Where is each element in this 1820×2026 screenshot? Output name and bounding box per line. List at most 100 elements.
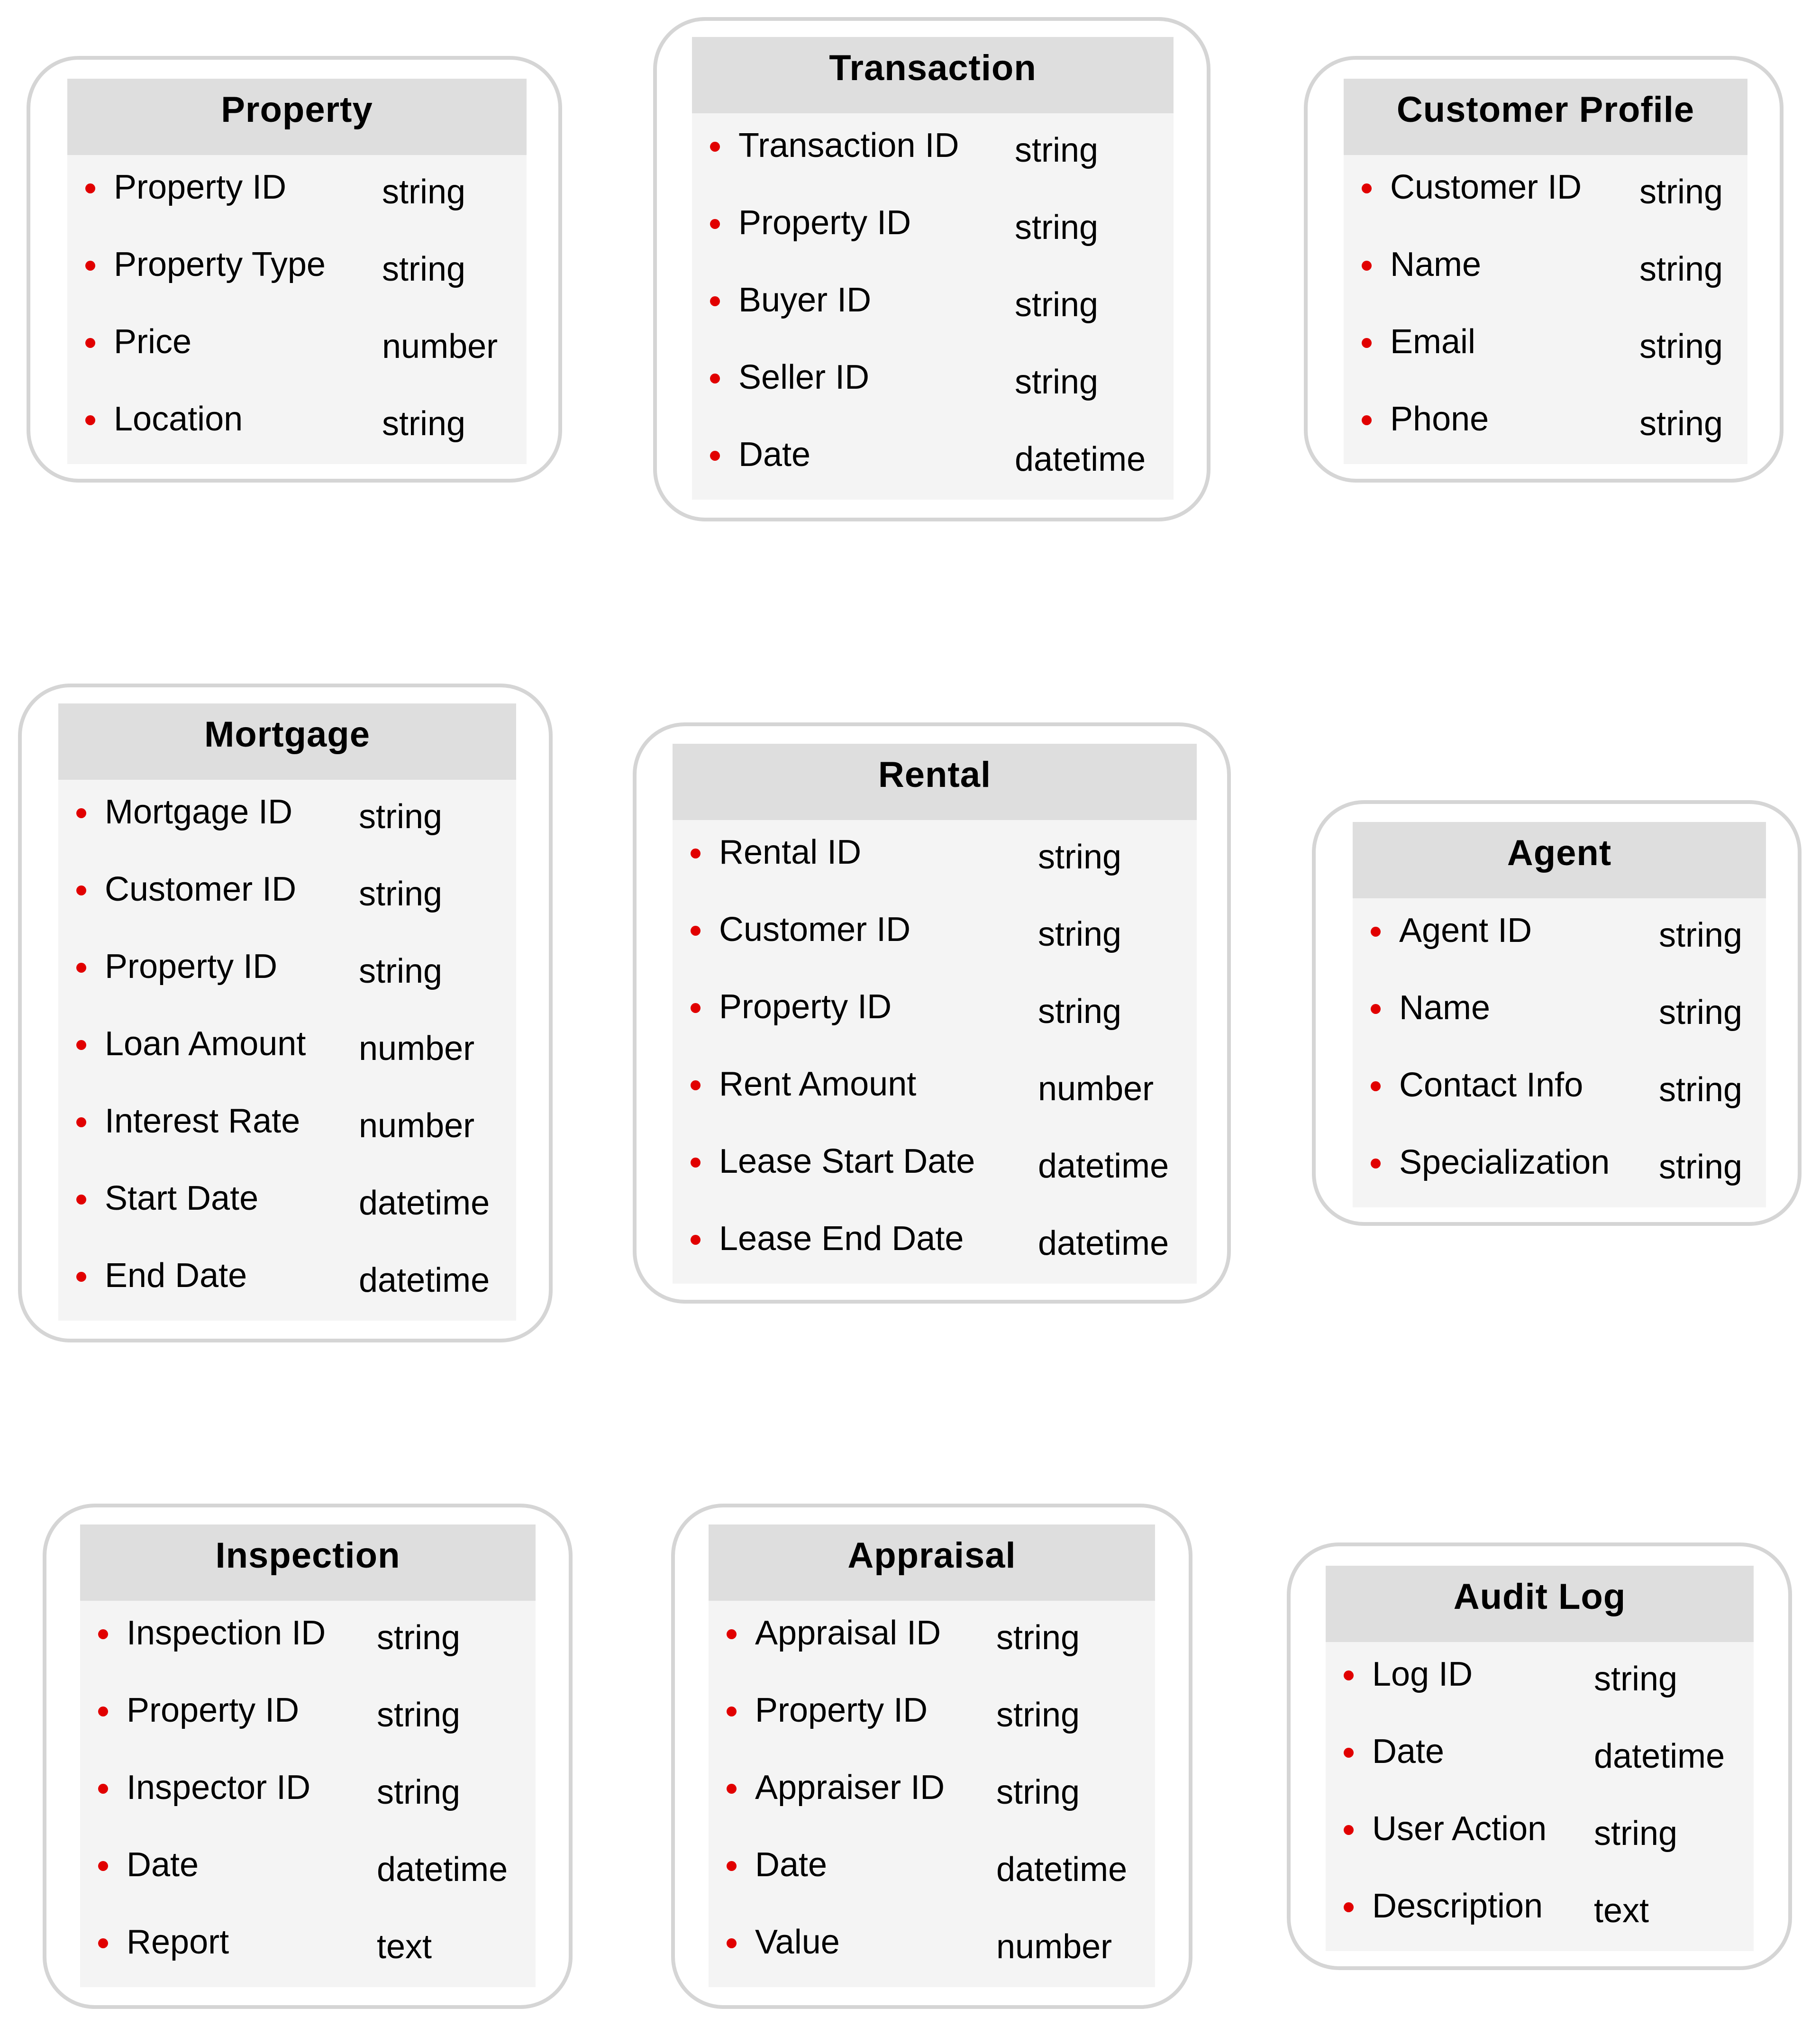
field-row: Property ID string <box>80 1678 536 1755</box>
field-name: Property ID <box>114 168 287 206</box>
entity-title: Rental <box>673 744 1197 820</box>
bullet-icon <box>98 1629 108 1639</box>
bullet-icon <box>691 1235 701 1245</box>
bullet-icon <box>1344 1902 1354 1912</box>
bullet-icon <box>76 1195 86 1205</box>
field-name: Inspection ID <box>127 1614 326 1652</box>
entity-title: Property <box>67 79 527 155</box>
entity-table-inspection: Inspection Inspection ID string Property I… <box>80 1524 536 1987</box>
bullet-icon <box>727 1861 737 1871</box>
field-name: Customer ID <box>1390 168 1582 206</box>
field-name: User Action <box>1372 1810 1547 1848</box>
field-name: Price <box>114 323 192 361</box>
field-row: Buyer ID string <box>692 268 1174 345</box>
field-name: Location <box>114 400 243 438</box>
bullet-icon <box>710 296 720 306</box>
field-name: Property ID <box>127 1691 300 1729</box>
entity-title: Appraisal <box>709 1524 1155 1601</box>
field-type: datetime <box>1015 440 1146 478</box>
bullet-icon <box>98 1707 108 1716</box>
field-row: Report text <box>80 1910 536 1987</box>
field-row: Date datetime <box>709 1833 1155 1910</box>
field-name: Lease End Date <box>719 1220 964 1258</box>
field-name: Customer ID <box>105 870 297 908</box>
field-row: Rental ID string <box>673 820 1197 897</box>
field-name: Mortgage ID <box>105 793 293 831</box>
field-type: datetime <box>377 1851 508 1889</box>
field-type: text <box>377 1928 432 1966</box>
field-type: string <box>1659 1071 1743 1109</box>
field-row: Value number <box>709 1910 1155 1987</box>
bullet-icon <box>98 1861 108 1871</box>
field-type: string <box>996 1773 1080 1811</box>
field-row: Interest Rate number <box>58 1089 516 1166</box>
bullet-icon <box>710 451 720 461</box>
entity-title: Agent <box>1353 822 1766 898</box>
field-type: string <box>996 1696 1080 1734</box>
field-type: string <box>382 250 466 288</box>
field-name: Value <box>755 1923 840 1961</box>
field-type: number <box>1038 1070 1154 1108</box>
field-name: Date <box>1372 1733 1445 1770</box>
field-name: Property ID <box>738 204 911 242</box>
bullet-icon <box>691 849 701 858</box>
field-name: Property ID <box>755 1691 928 1729</box>
field-type: string <box>1659 994 1743 1031</box>
bullet-icon <box>710 142 720 152</box>
field-row: Contact Info string <box>1353 1053 1766 1130</box>
bullet-icon <box>1344 1670 1354 1680</box>
field-name: Property ID <box>105 948 278 986</box>
field-row: Lease Start Date datetime <box>673 1129 1197 1206</box>
field-row: Date datetime <box>692 422 1174 500</box>
field-name: Buyer ID <box>738 281 872 319</box>
bullet-icon <box>1344 1748 1354 1758</box>
field-type: number <box>359 1107 475 1145</box>
bullet-icon <box>1362 338 1372 348</box>
bullet-icon <box>85 338 95 348</box>
bullet-icon <box>1371 927 1381 937</box>
field-name: Rental ID <box>719 833 862 871</box>
field-type: string <box>1639 328 1723 365</box>
field-type: string <box>1038 915 1122 953</box>
field-type: string <box>1015 286 1099 324</box>
field-type: string <box>1038 838 1122 876</box>
bullet-icon <box>691 926 701 936</box>
field-name: Appraisal ID <box>755 1614 941 1652</box>
field-name: Name <box>1390 246 1482 283</box>
field-type: datetime <box>359 1184 490 1222</box>
field-name: Name <box>1399 989 1491 1027</box>
bullet-icon <box>85 183 95 193</box>
bullet-icon <box>691 1003 701 1013</box>
bullet-icon <box>76 1040 86 1050</box>
field-type: string <box>377 1773 461 1811</box>
field-type: string <box>1659 1148 1743 1186</box>
field-name: Property ID <box>719 988 892 1026</box>
entity-table-customer-profile: Customer Profile Customer ID string Name st… <box>1344 79 1747 464</box>
field-row: Mortgage ID string <box>58 780 516 857</box>
entity-table-appraisal: Appraisal Appraisal ID string Property ID s… <box>709 1524 1155 1987</box>
field-name: Transaction ID <box>738 127 959 164</box>
bullet-icon <box>710 219 720 229</box>
field-name: Phone <box>1390 400 1489 438</box>
bullet-icon <box>98 1938 108 1948</box>
field-name: Appraiser ID <box>755 1769 945 1807</box>
field-type: string <box>377 1696 461 1734</box>
field-type: datetime <box>1038 1147 1169 1185</box>
field-type: string <box>1038 993 1122 1031</box>
field-row: Name string <box>1353 976 1766 1053</box>
bullet-icon <box>727 1938 737 1948</box>
entity-title: Mortgage <box>58 703 516 780</box>
entity-title: Transaction <box>692 37 1174 113</box>
field-row: Loan Amount number <box>58 1012 516 1089</box>
field-row: Log ID string <box>1326 1642 1754 1719</box>
field-row: Start Date datetime <box>58 1166 516 1243</box>
entity-title: Inspection <box>80 1524 536 1601</box>
field-name: Date <box>127 1846 199 1884</box>
field-type: datetime <box>359 1261 490 1299</box>
field-name: Report <box>127 1923 229 1961</box>
bullet-icon <box>1344 1825 1354 1835</box>
bullet-icon <box>691 1158 701 1168</box>
bullet-icon <box>727 1784 737 1794</box>
field-row: Name string <box>1344 232 1747 310</box>
field-row: Price number <box>67 310 527 387</box>
